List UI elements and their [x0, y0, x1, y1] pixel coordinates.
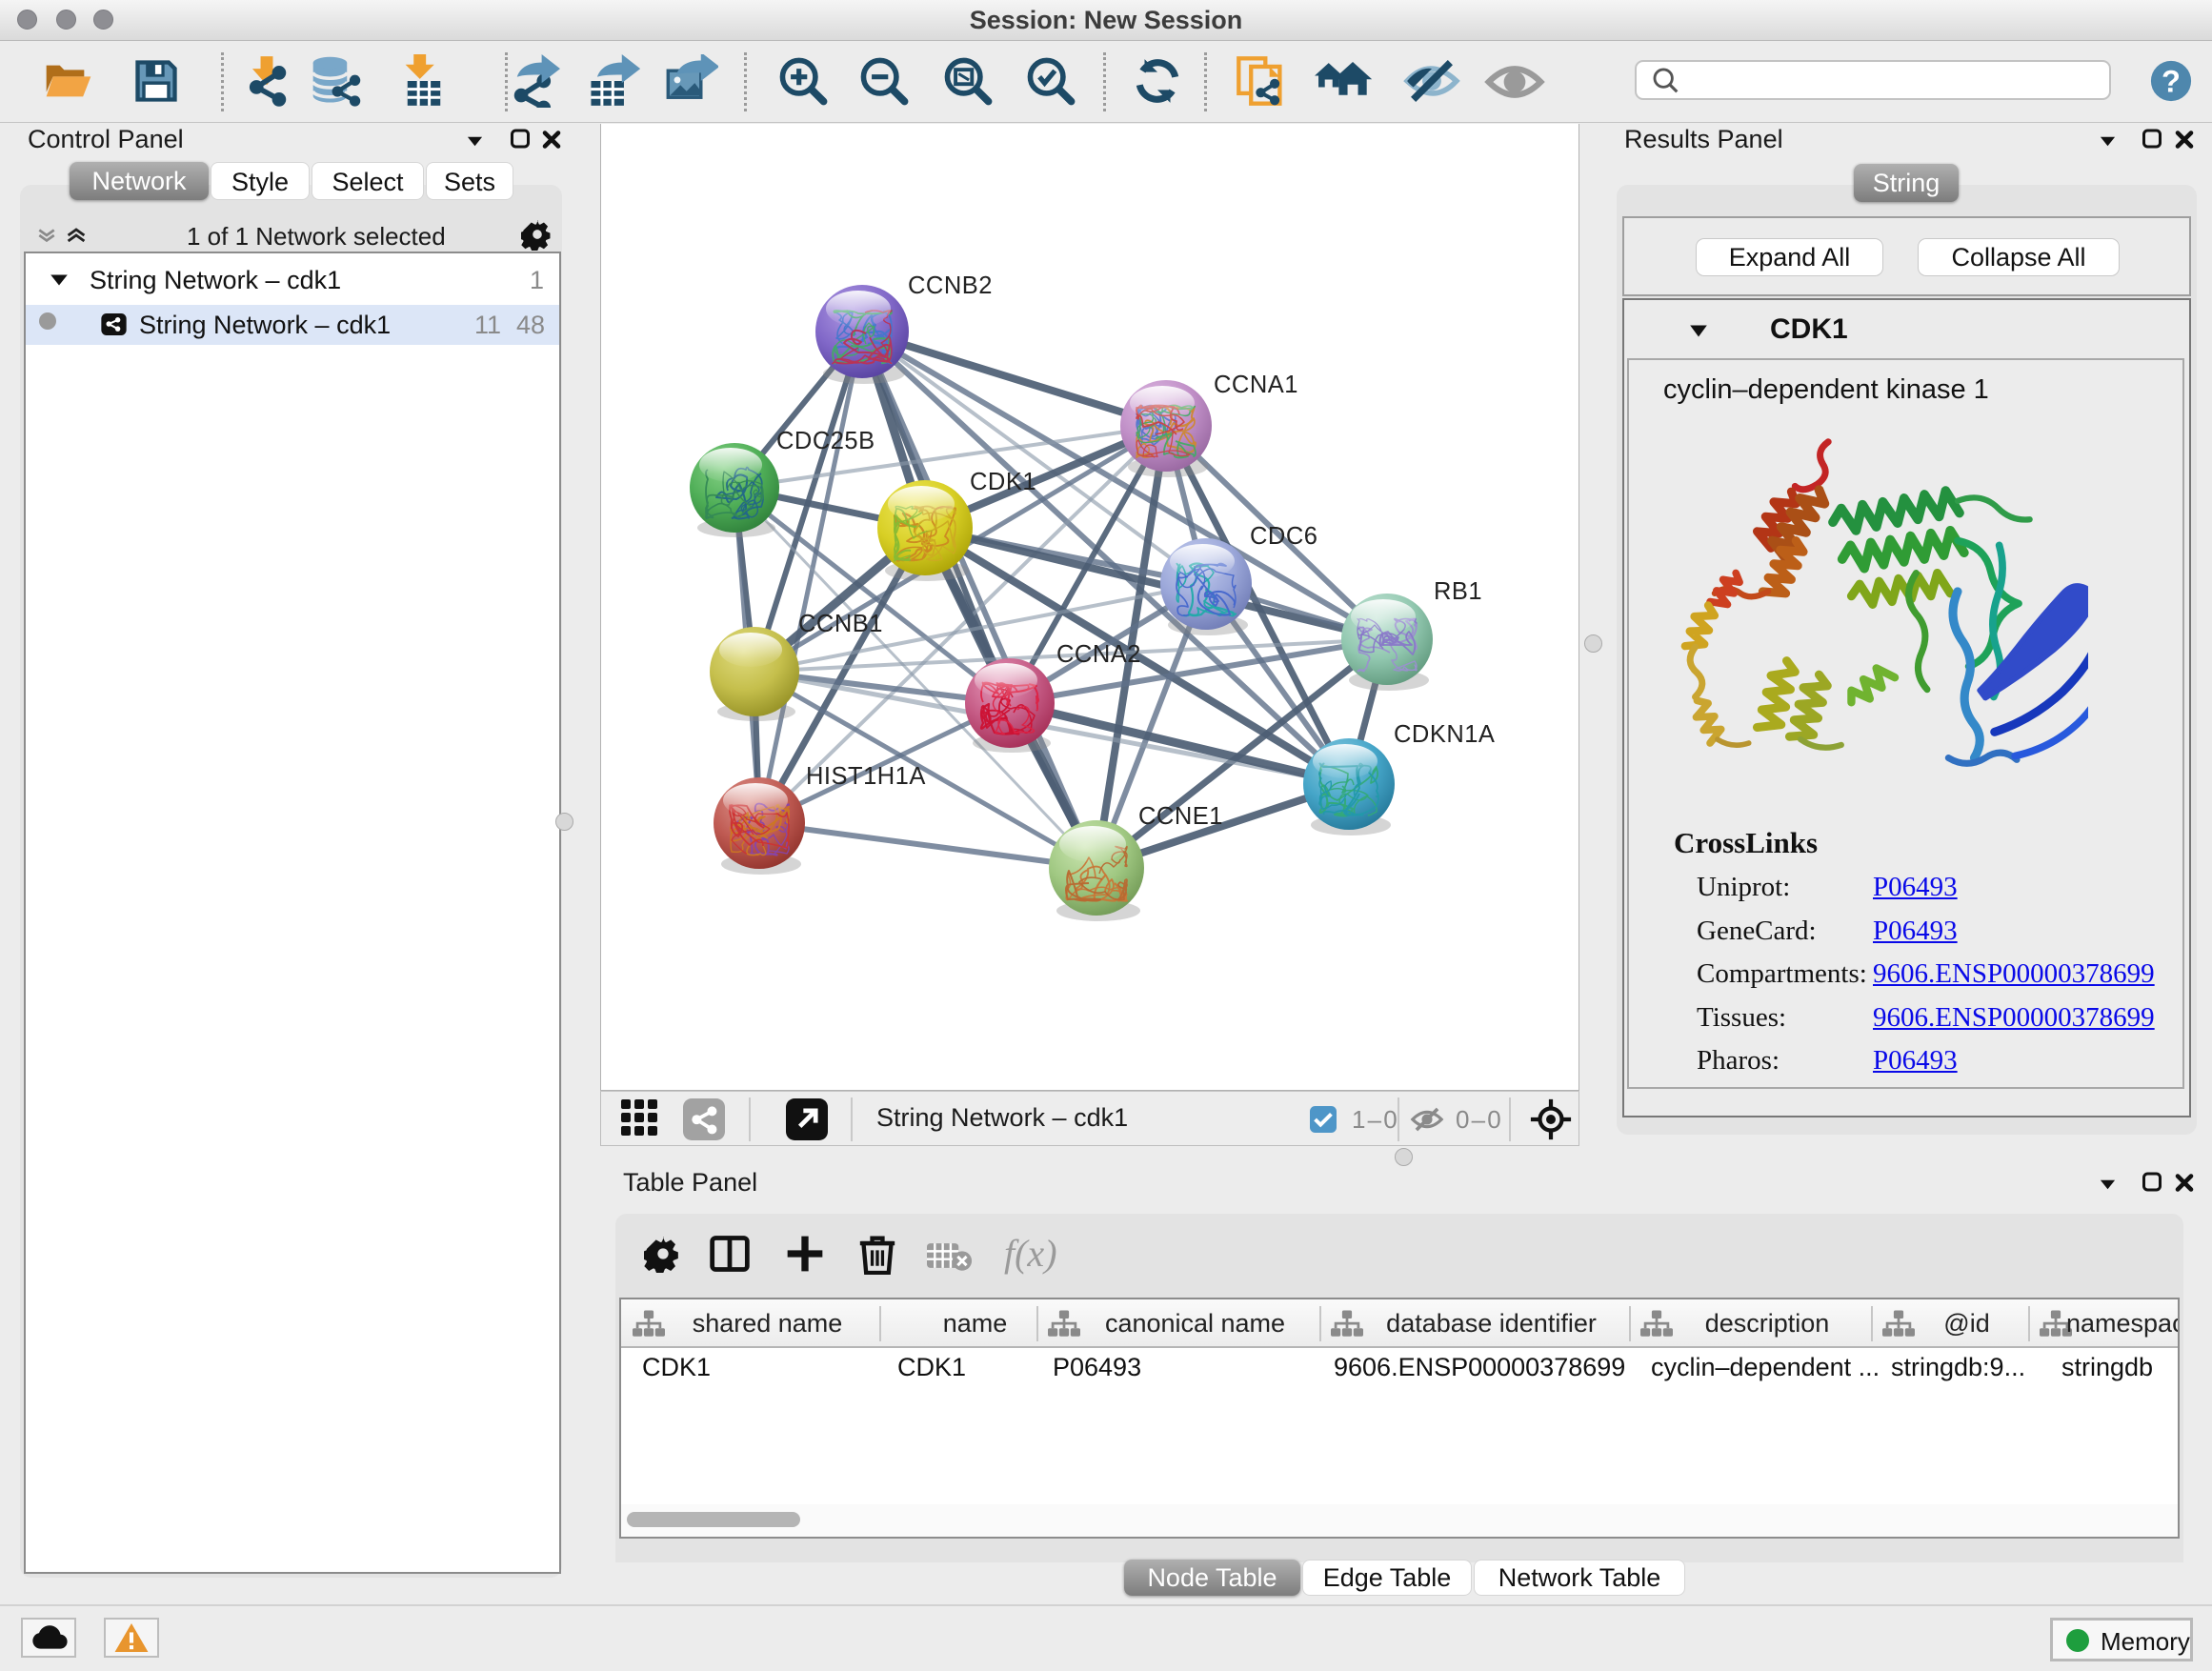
svg-text:CDC25B: CDC25B — [776, 428, 875, 454]
svg-text:CCNE1: CCNE1 — [1138, 803, 1223, 830]
svg-text:RB1: RB1 — [1434, 578, 1482, 605]
svg-text:HIST1H1A: HIST1H1A — [806, 763, 926, 790]
svg-text:?: ? — [2162, 65, 2181, 99]
svg-text:CCNB2: CCNB2 — [908, 272, 993, 299]
svg-text:CCNA2: CCNA2 — [1056, 641, 1141, 668]
svg-text:CDKN1A: CDKN1A — [1394, 721, 1495, 748]
svg-text:CDC6: CDC6 — [1250, 523, 1317, 550]
svg-text:CCNB1: CCNB1 — [798, 611, 883, 637]
svg-text:CDK1: CDK1 — [970, 469, 1036, 495]
svg-text:CCNA1: CCNA1 — [1214, 372, 1298, 398]
